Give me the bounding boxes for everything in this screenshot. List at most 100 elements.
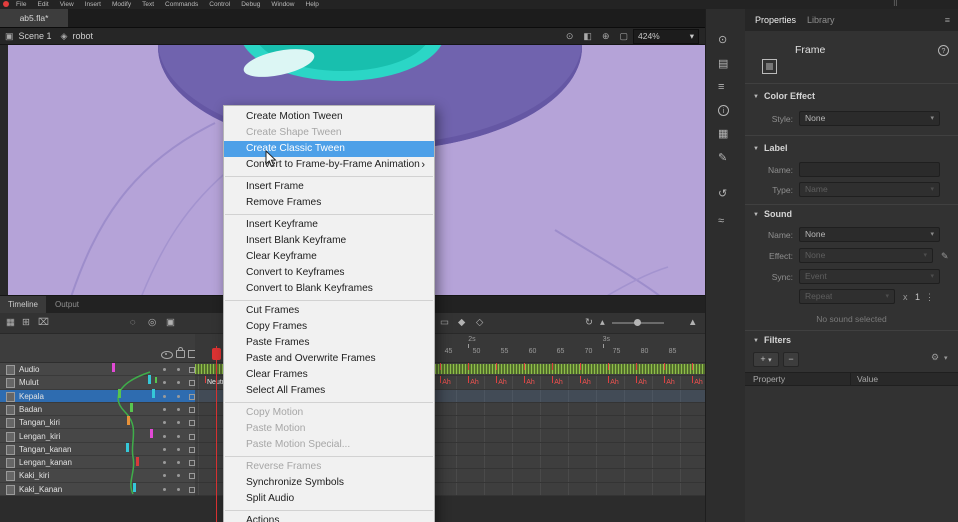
transform-panel-icon[interactable]: ▦ [718, 127, 728, 140]
menu-commands[interactable]: Commands [165, 0, 198, 9]
layer-lock-dot[interactable] [177, 448, 180, 451]
layer-Audio[interactable]: Audio [0, 363, 195, 376]
delete-layer-button[interactable]: ⌧ [38, 317, 49, 329]
insert-keyframe-button[interactable]: ◆ [458, 317, 465, 329]
context-menu-item[interactable]: Split Audio [224, 491, 434, 507]
insert-frame-button[interactable]: ▭ [440, 317, 449, 329]
context-menu-item[interactable]: Clear Keyframe [224, 249, 434, 265]
loop-button[interactable]: ↻ [585, 317, 593, 329]
context-menu-item[interactable]: Synchronize Symbols [224, 475, 434, 491]
edit-scene-icon[interactable]: ▣ [5, 28, 14, 44]
tab-output[interactable]: Output [46, 296, 88, 313]
breadcrumb-symbol[interactable]: robot [72, 31, 93, 41]
paint-bucket-icon[interactable]: ◧ [583, 28, 592, 44]
onion-skin-outlines-button[interactable]: ◎ [148, 317, 156, 329]
brush-panel-icon[interactable]: ✎ [718, 151, 727, 164]
layer-outline-swatch[interactable] [189, 420, 195, 426]
layer-lock-dot[interactable] [177, 461, 180, 464]
layer-Kaki_kiri[interactable]: Kaki_kiri [0, 469, 195, 482]
layer-outline-swatch[interactable] [189, 367, 195, 373]
layer-Tangan_kanan[interactable]: Tangan_kanan [0, 443, 195, 456]
layer-outline-swatch[interactable] [189, 460, 195, 466]
add-folder-button[interactable]: ⊞ [22, 317, 30, 329]
add-filter-button[interactable]: + ▾ [753, 352, 779, 367]
layer-Tangan_kiri[interactable]: Tangan_kiri [0, 416, 195, 429]
context-menu-item[interactable]: Convert to Keyframes [224, 265, 434, 281]
menu-view[interactable]: View [60, 0, 74, 9]
history-panel-icon[interactable]: ↺ [718, 187, 727, 200]
context-menu-item[interactable]: Convert to Frame-by-Frame Animation› [224, 157, 434, 173]
frame-view-icon[interactable]: ▲ [688, 317, 697, 329]
context-menu-item[interactable]: Select All Frames [224, 383, 434, 399]
insert-blank-keyframe-button[interactable]: ◇ [476, 317, 483, 329]
camera-icon[interactable]: ⊙ [566, 28, 574, 44]
gear-icon[interactable]: ⚙ [931, 352, 939, 363]
menu-debug[interactable]: Debug [241, 0, 260, 9]
stepper-icon[interactable]: ⋮ [925, 292, 934, 303]
label-name-input[interactable] [799, 162, 940, 177]
menu-modify[interactable]: Modify [112, 0, 131, 9]
context-menu-item[interactable]: Clear Frames [224, 367, 434, 383]
zoom-control[interactable]: 424% ▾ [633, 29, 699, 44]
layer-Mulut[interactable]: Mulut [0, 376, 195, 389]
context-menu-item[interactable]: Remove Frames [224, 195, 434, 211]
menu-text[interactable]: Text [142, 0, 154, 9]
layer-outline-swatch[interactable] [189, 380, 195, 386]
layer-lock-dot[interactable] [177, 381, 180, 384]
camera-panel-icon[interactable]: ⊙ [718, 33, 727, 46]
context-menu-item[interactable]: Convert to Blank Keyframes [224, 281, 434, 297]
layer-Lengan_kanan[interactable]: Lengan_kanan [0, 456, 195, 469]
align-panel-icon[interactable]: ≡ [718, 81, 724, 93]
layer-lock-dot[interactable] [177, 474, 180, 477]
layer-Lengan_kiri[interactable]: Lengan_kiri [0, 430, 195, 443]
remove-filter-button[interactable]: − [783, 352, 799, 367]
add-layer-button[interactable]: ▦ [6, 317, 15, 329]
style-dropdown[interactable]: None▾ [799, 111, 940, 126]
menu-file[interactable]: File [16, 0, 26, 9]
layer-lock-dot[interactable] [177, 435, 180, 438]
layer-Kepala[interactable]: Kepala [0, 390, 195, 403]
menu-window[interactable]: Window [271, 0, 294, 9]
layer-lock-dot[interactable] [177, 408, 180, 411]
frames-panel-icon[interactable]: ▤ [718, 57, 728, 70]
layer-Badan[interactable]: Badan [0, 403, 195, 416]
repeat-count-value[interactable]: 1 [915, 292, 920, 302]
context-menu-item[interactable]: Insert Blank Keyframe [224, 233, 434, 249]
motion-editor-panel-icon[interactable]: ≈ [718, 215, 724, 227]
context-menu-item[interactable]: Create Classic Tween [224, 141, 434, 157]
timeline-zoom-slider[interactable] [612, 322, 664, 324]
context-menu-item[interactable]: Create Motion Tween [224, 109, 434, 125]
menu-help[interactable]: Help [306, 0, 319, 9]
timeline-options-icon[interactable]: ▴ [600, 317, 605, 329]
help-icon[interactable]: ? [938, 45, 949, 56]
clip-content-toggle[interactable]: ▢ [619, 28, 628, 44]
context-menu-item[interactable]: Insert Frame [224, 179, 434, 195]
section-sound[interactable]: ▼Sound [753, 209, 792, 219]
document-tab[interactable]: ab5.fla* [0, 9, 68, 27]
info-panel-icon[interactable]: i [718, 105, 729, 116]
layer-lock-dot[interactable] [177, 488, 180, 491]
menu-edit[interactable]: Edit [37, 0, 48, 9]
sound-name-dropdown[interactable]: None▾ [799, 227, 940, 242]
lock-all-icon[interactable] [176, 350, 185, 358]
context-menu-item[interactable]: Paste Frames [224, 335, 434, 351]
center-stage-button[interactable]: ⊕ [602, 28, 610, 44]
context-menu-item[interactable]: Actions [224, 513, 434, 522]
section-color-effect[interactable]: ▼Color Effect [753, 91, 815, 101]
context-menu-item[interactable]: Copy Frames [224, 319, 434, 335]
menu-insert[interactable]: Insert [85, 0, 101, 9]
tab-timeline[interactable]: Timeline [0, 296, 46, 313]
layer-outline-swatch[interactable] [189, 487, 195, 493]
edit-multiple-frames-button[interactable]: ▣ [166, 317, 175, 329]
menu-control[interactable]: Control [209, 0, 230, 9]
layer-outline-swatch[interactable] [189, 473, 195, 479]
section-label[interactable]: ▼Label [753, 143, 787, 153]
edit-envelope-icon[interactable]: ✎ [941, 251, 949, 262]
slider-knob[interactable] [634, 319, 641, 326]
workspace-switcher-icon[interactable]: ⠿ [893, 0, 898, 9]
context-menu-item[interactable]: Insert Keyframe [224, 217, 434, 233]
breadcrumb-scene[interactable]: Scene 1 [19, 31, 52, 41]
panel-menu-icon[interactable]: ≡ [945, 15, 950, 25]
context-menu-item[interactable]: Paste and Overwrite Frames [224, 351, 434, 367]
layer-outline-swatch[interactable] [189, 447, 195, 453]
